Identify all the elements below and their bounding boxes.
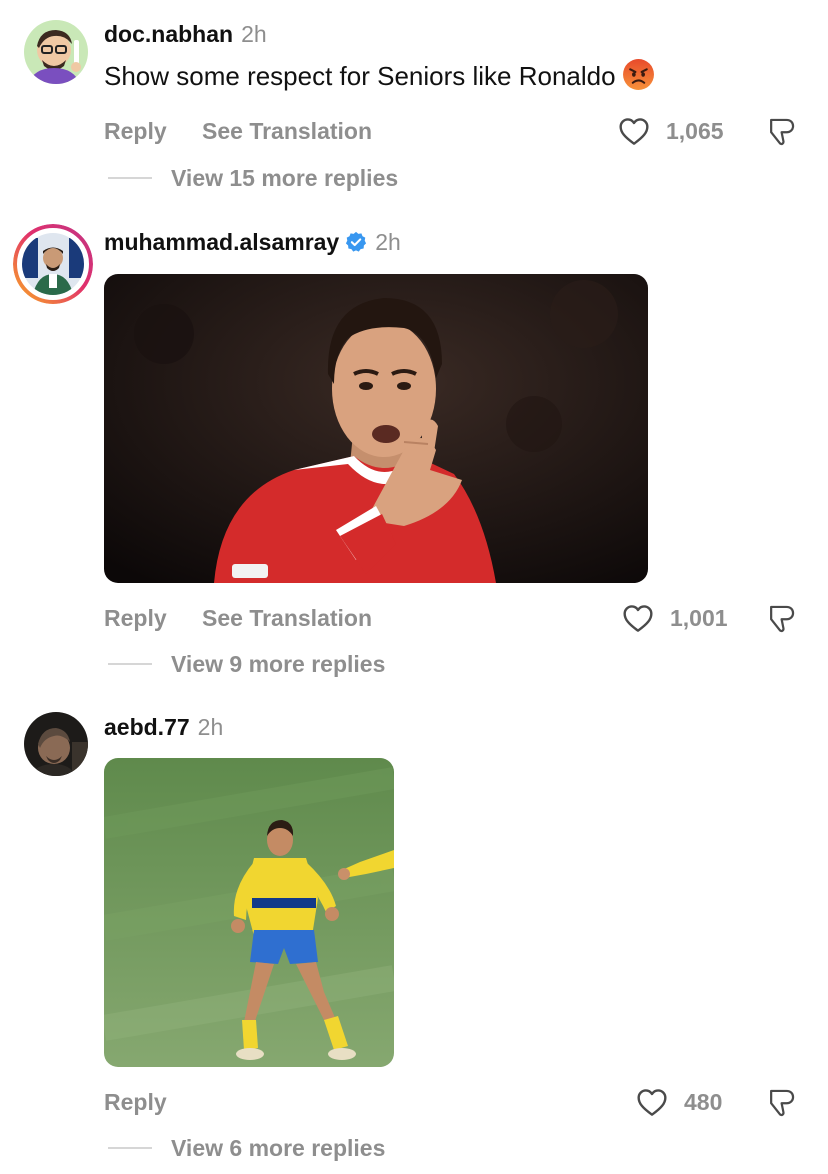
heart-icon[interactable] <box>636 1087 668 1117</box>
view-replies-button[interactable]: View 6 more replies <box>171 1135 385 1162</box>
dislike-icon[interactable] <box>766 602 796 634</box>
reply-button[interactable]: Reply <box>104 1089 167 1116</box>
heart-icon[interactable] <box>618 116 650 146</box>
see-translation-button[interactable]: See Translation <box>202 118 372 145</box>
like-count: 480 <box>684 1089 723 1115</box>
username[interactable]: muhammad.alsamray 2h <box>104 229 401 259</box>
username-text[interactable]: muhammad.alsamray <box>104 229 339 255</box>
replies-divider <box>108 177 152 179</box>
like-count: 1,065 <box>666 118 724 144</box>
view-replies-button[interactable]: View 9 more replies <box>171 651 385 678</box>
avatar[interactable] <box>13 224 93 304</box>
dislike-icon[interactable] <box>766 1086 796 1118</box>
replies-divider <box>108 1147 152 1149</box>
verified-badge-icon <box>345 231 367 259</box>
replies-divider <box>108 663 152 665</box>
comment-item: doc.nabhan 2h Show some respect for Senio… <box>0 0 828 200</box>
comment-item: muhammad.alsamray 2h Reply See Translati… <box>0 200 828 690</box>
comment-text: Show some respect for Seniors like Ronal… <box>104 58 655 98</box>
username-text[interactable]: doc.nabhan <box>104 21 233 47</box>
username-text[interactable]: aebd.77 <box>104 714 190 740</box>
angry-face-icon <box>622 58 655 98</box>
username[interactable]: doc.nabhan 2h <box>104 21 267 48</box>
comment-body: Show some respect for Seniors like Ronal… <box>104 61 616 91</box>
avatar[interactable] <box>24 712 88 776</box>
ronaldo-yellow-kit-gif <box>104 758 394 1067</box>
timestamp: 2h <box>241 21 267 47</box>
username[interactable]: aebd.77 2h <box>104 714 223 741</box>
gif-media[interactable] <box>104 274 648 583</box>
reply-button[interactable]: Reply <box>104 605 167 632</box>
dislike-icon[interactable] <box>766 115 796 147</box>
gif-media[interactable] <box>104 758 394 1067</box>
heart-icon[interactable] <box>622 603 654 633</box>
timestamp: 2h <box>375 229 401 255</box>
timestamp: 2h <box>197 714 224 740</box>
view-replies-button[interactable]: View 15 more replies <box>171 165 398 192</box>
reply-button[interactable]: Reply <box>104 118 167 145</box>
like-count: 1,001 <box>670 605 728 631</box>
see-translation-button[interactable]: See Translation <box>202 605 372 632</box>
avatar[interactable] <box>24 20 88 84</box>
ronaldo-red-jersey-gif <box>104 274 648 583</box>
comment-item: aebd.77 2h Reply 480 View 6 more replies <box>0 690 828 1174</box>
